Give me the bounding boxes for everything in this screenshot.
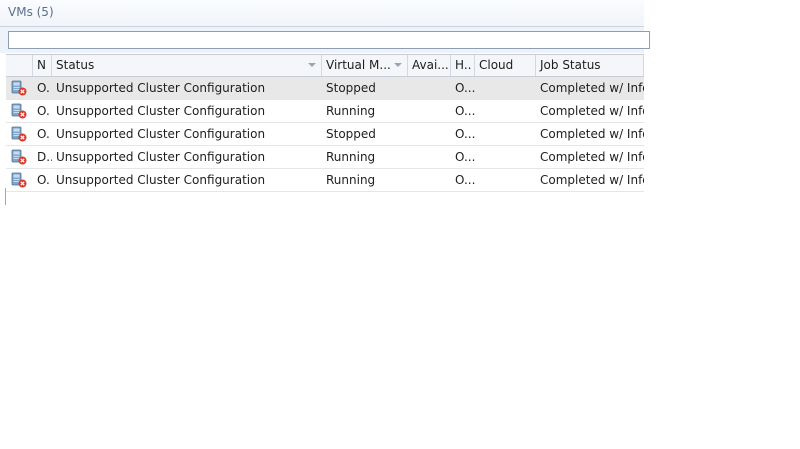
filter-bar	[0, 27, 650, 53]
cell-name: O.	[37, 104, 50, 118]
column-header-virtual-machine[interactable]: Virtual M...	[322, 55, 408, 76]
cell-host: O...	[455, 173, 475, 187]
column-header-status-label: Status	[56, 58, 95, 72]
cell-availability	[408, 146, 451, 168]
table-row[interactable]: D.. Unsupported Cluster Configuration Runn…	[6, 146, 644, 169]
cell-cloud	[475, 146, 536, 168]
cell-job-status: Completed w/ Info	[540, 104, 644, 118]
column-header-cloud[interactable]: Cloud	[475, 55, 536, 76]
cell-name: O.	[37, 127, 50, 141]
cell-cloud	[475, 123, 536, 145]
cell-host: O...	[455, 150, 475, 164]
vm-error-icon	[11, 126, 27, 142]
vm-error-icon	[11, 103, 27, 119]
column-header-vm-label: Virtual M...	[326, 58, 391, 72]
cell-name: O.	[37, 173, 50, 187]
column-header-icon[interactable]	[6, 55, 33, 76]
cell-job-status: Completed w/ Info	[540, 150, 644, 164]
table-row[interactable]: O. Unsupported Cluster Configuration Stopp…	[6, 123, 644, 146]
table-row[interactable]: O. Unsupported Cluster Configuration Stopp…	[6, 77, 644, 100]
cell-icon	[6, 146, 33, 168]
cell-status: Unsupported Cluster Configuration	[56, 173, 266, 187]
cell-job-status: Completed w/ Info	[540, 127, 644, 141]
filter-dropdown-icon[interactable]	[394, 63, 402, 67]
cell-job-status: Completed w/ Info	[540, 81, 644, 95]
panel-title: VMs (5)	[8, 5, 54, 19]
cell-availability	[408, 77, 451, 99]
filter-input[interactable]	[8, 31, 650, 49]
cell-virtual-machine-state: Stopped	[326, 81, 376, 95]
cell-icon	[6, 77, 33, 99]
cell-virtual-machine-state: Running	[326, 173, 376, 187]
cell-job-status: Completed w/ Info	[540, 173, 644, 187]
cell-virtual-machine-state: Running	[326, 150, 376, 164]
cell-virtual-machine-state: Stopped	[326, 127, 376, 141]
table-row[interactable]: O. Unsupported Cluster Configuration Runni…	[6, 169, 644, 192]
vms-panel: VMs (5) N Status Virtual M... Avai... H.…	[0, 0, 650, 205]
vm-error-icon	[11, 149, 27, 165]
cell-cloud	[475, 169, 536, 191]
grid-header: N Status Virtual M... Avai... H.. Cloud …	[6, 54, 644, 77]
cell-icon	[6, 169, 33, 191]
vm-error-icon	[11, 80, 27, 96]
cell-name: D..	[37, 150, 52, 164]
cell-status: Unsupported Cluster Configuration	[56, 104, 266, 118]
vm-error-icon	[11, 172, 27, 188]
cell-availability	[408, 100, 451, 122]
column-header-host[interactable]: H..	[451, 55, 475, 76]
cell-icon	[6, 123, 33, 145]
column-header-status[interactable]: Status	[52, 55, 322, 76]
cell-host: O...	[455, 127, 475, 141]
filter-dropdown-icon[interactable]	[308, 63, 316, 67]
column-header-name[interactable]: N	[33, 55, 52, 76]
cell-availability	[408, 123, 451, 145]
table-row[interactable]: O. Unsupported Cluster Configuration Runni…	[6, 100, 644, 123]
cell-status: Unsupported Cluster Configuration	[56, 127, 266, 141]
cell-host: O...	[455, 81, 475, 95]
panel-edge	[5, 188, 6, 205]
cell-availability	[408, 169, 451, 191]
column-header-job-status[interactable]: Job Status	[536, 55, 644, 76]
grid-body: O. Unsupported Cluster Configuration Stopp…	[6, 77, 644, 192]
column-header-availability[interactable]: Avai...	[408, 55, 451, 76]
cell-name: O.	[37, 81, 50, 95]
panel-header: VMs (5)	[0, 0, 644, 27]
cell-icon	[6, 100, 33, 122]
vm-grid: N Status Virtual M... Avai... H.. Cloud …	[6, 54, 644, 192]
cell-cloud	[475, 77, 536, 99]
cell-host: O...	[455, 104, 475, 118]
cell-status: Unsupported Cluster Configuration	[56, 150, 266, 164]
cell-status: Unsupported Cluster Configuration	[56, 81, 266, 95]
cell-cloud	[475, 100, 536, 122]
cell-virtual-machine-state: Running	[326, 104, 376, 118]
